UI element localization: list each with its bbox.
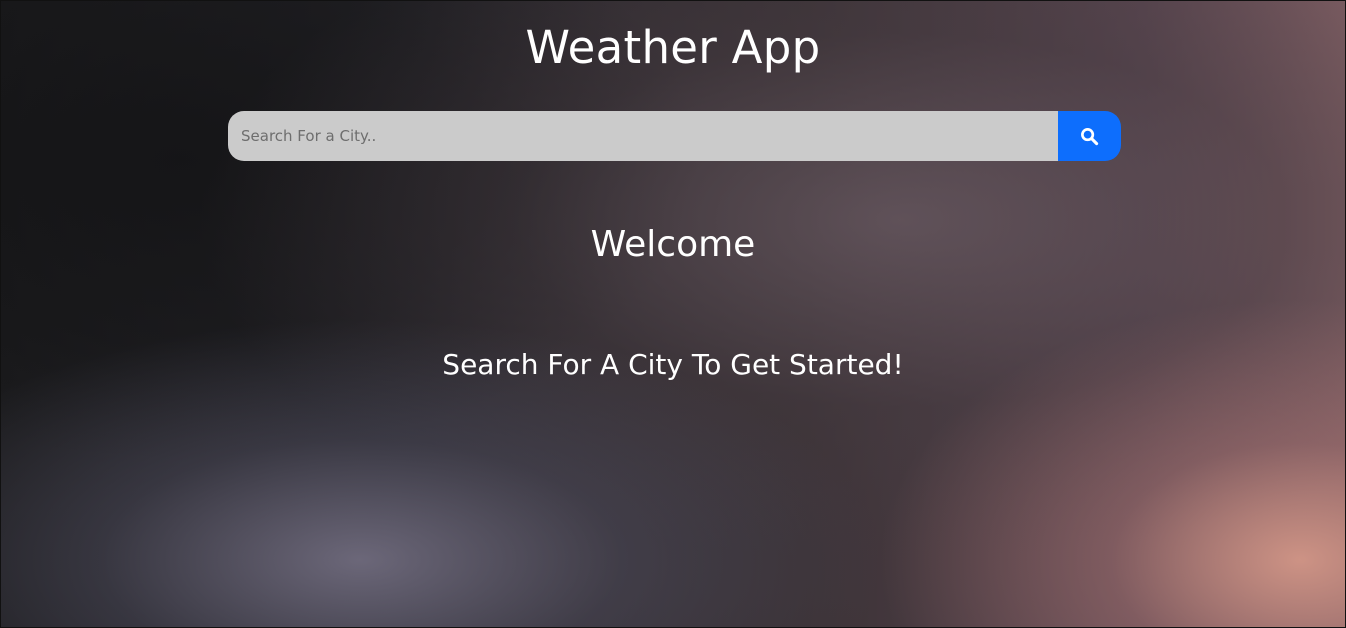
window-border [0,0,1346,628]
